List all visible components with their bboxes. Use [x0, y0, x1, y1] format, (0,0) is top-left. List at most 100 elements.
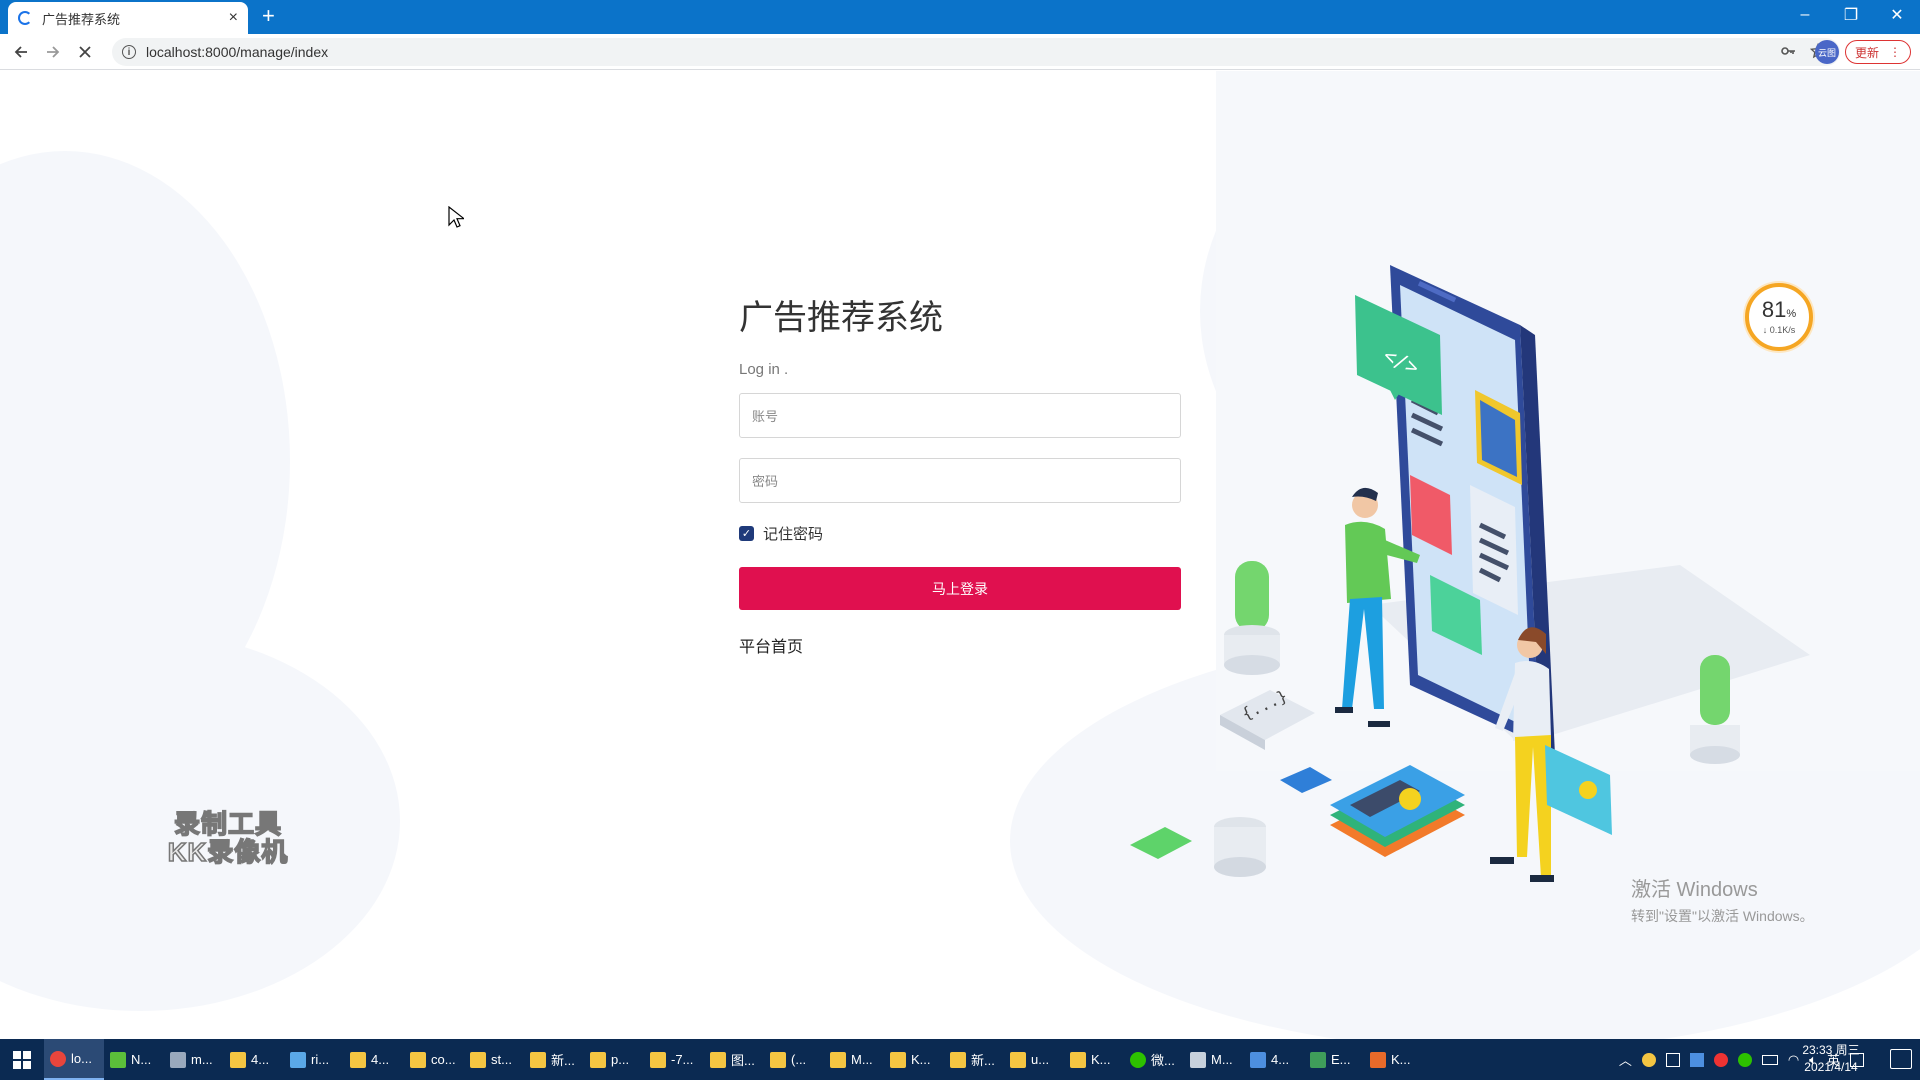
browser-titlebar: 广告推荐系统 × + – ❐ ✕ — [0, 0, 1920, 34]
taskbar-item-label: 4... — [1271, 1052, 1290, 1067]
stop-x-icon — [79, 46, 91, 58]
url-text: localhost:8000/manage/index — [146, 44, 329, 60]
taskbar-item-label: u... — [1031, 1052, 1050, 1067]
notification-center-icon[interactable] — [1890, 1049, 1912, 1069]
taskbar-item-label: p... — [611, 1052, 630, 1067]
taskbar-item-label: co... — [431, 1052, 456, 1067]
taskbar-item[interactable]: M... — [824, 1039, 884, 1080]
folder-icon — [530, 1051, 546, 1068]
taskbar-item[interactable]: 4... — [344, 1039, 404, 1080]
taskbar-item[interactable]: st... — [464, 1039, 524, 1080]
taskbar-item-label: M... — [1211, 1052, 1233, 1067]
taskbar-item-label: M... — [851, 1052, 873, 1067]
wechat-icon — [1130, 1051, 1146, 1068]
taskbar-item-label: st... — [491, 1052, 512, 1067]
taskbar-item[interactable]: 新... — [944, 1039, 1004, 1080]
taskbar-item-label: 4... — [371, 1052, 390, 1067]
taskbar-item[interactable]: p... — [584, 1039, 644, 1080]
menu-dots-icon[interactable]: ⋮ — [1889, 45, 1901, 59]
tray-app-icon[interactable] — [1689, 1052, 1704, 1067]
tray-chevron-icon[interactable]: ︿ — [1619, 1050, 1632, 1069]
key-icon[interactable] — [1780, 43, 1796, 59]
folder-icon — [650, 1051, 666, 1068]
taskbar-item-label: 图... — [731, 1053, 755, 1068]
password-input[interactable]: 密码 — [739, 458, 1181, 503]
activate-title: 激活 Windows — [1631, 879, 1758, 901]
tab-close-icon[interactable]: × — [229, 9, 238, 27]
taskbar-item-label: m... — [191, 1052, 213, 1067]
taskbar-item[interactable]: 4... — [224, 1039, 284, 1080]
taskbar-item[interactable]: 微... — [1124, 1039, 1184, 1080]
app-icon — [170, 1051, 186, 1068]
site-info-icon[interactable]: i — [122, 45, 136, 59]
taskbar-item[interactable]: u... — [1004, 1039, 1064, 1080]
taskbar-item[interactable]: M... — [1184, 1039, 1244, 1080]
vs-icon — [1250, 1051, 1266, 1068]
taskbar-item[interactable]: -7... — [644, 1039, 704, 1080]
excel-icon — [1310, 1051, 1326, 1068]
back-button[interactable] — [8, 40, 34, 64]
profile-avatar[interactable]: 云图 — [1815, 40, 1839, 64]
recorder-watermark: 录制工具 KK录像机 — [167, 809, 289, 867]
start-button[interactable] — [0, 1039, 44, 1080]
restore-button[interactable]: ❐ — [1828, 0, 1874, 30]
taskbar-item[interactable]: 新... — [524, 1039, 584, 1080]
windows-taskbar: lo... N... m... 4... ri... 4... co... st... 新...… — [0, 1039, 1920, 1080]
login-button[interactable]: 马上登录 — [739, 567, 1181, 610]
taskbar-item[interactable]: co... — [404, 1039, 464, 1080]
arrow-right-icon — [47, 46, 60, 58]
taskbar-item[interactable]: ri... — [284, 1039, 344, 1080]
folder-icon — [830, 1051, 846, 1068]
taskbar-item-label: K... — [1391, 1052, 1411, 1067]
folder-icon — [950, 1051, 966, 1068]
wechat-tray-icon[interactable] — [1737, 1052, 1752, 1067]
taskbar-item[interactable]: lo... — [44, 1039, 104, 1080]
taskbar-item[interactable]: 图... — [704, 1039, 764, 1080]
account-input[interactable]: 账号 — [739, 393, 1181, 438]
taskbar-item-label: (... — [791, 1052, 807, 1067]
taskbar-item[interactable]: K... — [1064, 1039, 1124, 1080]
taskbar-item-label: 4... — [251, 1052, 270, 1067]
taskbar-item[interactable]: K... — [884, 1039, 944, 1080]
taskbar-item-label: ri... — [311, 1052, 330, 1067]
illustration-image: </> {...} — [1130, 265, 1810, 882]
taskbar-item-label: lo... — [71, 1051, 92, 1066]
new-tab-button[interactable]: + — [262, 5, 275, 27]
browser-toolbar: i localhost:8000/manage/index — [0, 34, 1920, 70]
app-icon — [290, 1051, 306, 1068]
remember-checkbox[interactable]: ✓ — [739, 526, 754, 541]
tab-title: 广告推荐系统 — [42, 11, 121, 27]
taskbar-item[interactable]: (... — [764, 1039, 824, 1080]
taskbar-item[interactable]: E... — [1304, 1039, 1364, 1080]
forward-button[interactable] — [40, 40, 66, 64]
loading-spinner-icon — [18, 11, 32, 25]
minimize-button[interactable]: – — [1782, 0, 1828, 30]
speed-percent: 81% — [1761, 297, 1797, 322]
network-speed-widget[interactable]: 81% ↓ 0.1K/s — [1745, 283, 1813, 351]
folder-icon — [410, 1051, 426, 1068]
taskbar-item-label: K... — [911, 1052, 931, 1067]
taskbar-item[interactable]: K... — [1364, 1039, 1424, 1080]
clock-date: 2021/4/14 — [1804, 1060, 1858, 1074]
platform-home-link[interactable]: 平台首页 — [739, 633, 803, 657]
taskbar-item-label: K... — [1091, 1052, 1111, 1067]
remember-password-row[interactable]: ✓ 记住密码 — [739, 523, 1181, 544]
tray-app-icon[interactable] — [1665, 1052, 1680, 1067]
address-bar[interactable]: i localhost:8000/manage/index — [112, 38, 1840, 66]
taskbar-item[interactable]: m... — [164, 1039, 224, 1080]
login-subtitle: Log in . — [739, 361, 789, 378]
browser-tab[interactable]: 广告推荐系统 × — [8, 2, 248, 34]
tray-app-icon[interactable] — [1713, 1052, 1728, 1067]
app-icon — [1370, 1051, 1386, 1068]
taskbar-item[interactable]: N... — [104, 1039, 164, 1080]
app-icon — [1190, 1051, 1206, 1068]
battery-icon[interactable] — [1761, 1054, 1778, 1065]
close-window-button[interactable]: ✕ — [1874, 0, 1920, 30]
stop-loading-button[interactable] — [72, 40, 98, 64]
tray-app-icon[interactable] — [1641, 1052, 1656, 1067]
taskbar-clock[interactable]: 23:33 周三 2021/4/14 — [1792, 1042, 1870, 1076]
taskbar-item[interactable]: 4... — [1244, 1039, 1304, 1080]
chrome-icon — [50, 1050, 66, 1067]
update-button[interactable]: 更新 ⋮ — [1845, 40, 1911, 64]
page-title: 广告推荐系统 — [739, 298, 943, 338]
